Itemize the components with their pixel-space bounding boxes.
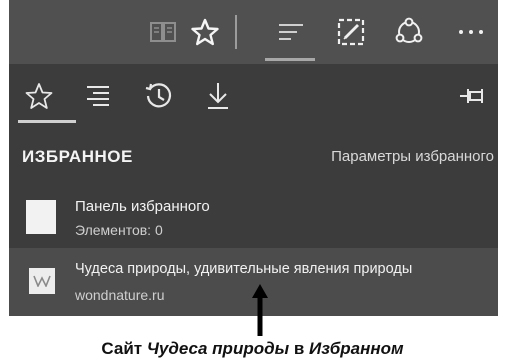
edge-browser-screenshot: ИЗБРАННОЕ Параметры избранного Панель из… (9, 0, 498, 316)
favorites-tab-indicator (18, 120, 76, 123)
hub-panel: ИЗБРАННОЕ Параметры избранного Панель из… (9, 64, 498, 316)
hub-active-indicator (265, 58, 315, 61)
pointer-arrow (252, 284, 268, 336)
toolbar-separator (235, 15, 237, 49)
reading-view-icon[interactable] (143, 0, 183, 64)
favorites-star-icon[interactable] (185, 0, 225, 64)
reading-list-tab[interactable] (78, 74, 118, 118)
caption-text-2: в (289, 339, 310, 358)
caption-favorites: Избранном (309, 339, 404, 358)
favorites-heading: ИЗБРАННОЕ (22, 147, 133, 166)
downloads-tab[interactable] (198, 74, 238, 118)
favorite-title: Чудеса природы, удивительные явления при… (75, 261, 413, 277)
more-icon[interactable] (449, 0, 493, 64)
caption-text-1: Сайт (101, 339, 147, 358)
pin-icon[interactable] (452, 74, 492, 118)
browser-toolbar (9, 0, 498, 64)
favorites-tab[interactable] (19, 74, 59, 118)
folder-count: Элементов: 0 (75, 222, 163, 238)
star-icon (25, 83, 53, 109)
folder-icon (26, 200, 56, 234)
favorites-settings-link[interactable]: Параметры избранного (331, 148, 494, 165)
reading-list-icon (87, 86, 109, 106)
share-icon[interactable] (387, 0, 431, 64)
site-favicon-icon (29, 268, 55, 294)
favorites-bar-folder[interactable]: Панель избранного Элементов: 0 (9, 184, 498, 248)
folder-title: Панель избранного (75, 198, 210, 215)
caption-site-name: Чудеса природы (146, 339, 290, 358)
history-tab[interactable] (139, 74, 179, 118)
hub-icon[interactable] (269, 0, 313, 64)
web-note-icon[interactable] (329, 0, 373, 64)
figure-caption: Сайт Чудеса природы в Избранном (0, 339, 505, 359)
favorite-url: wondnature.ru (75, 287, 165, 303)
history-icon (145, 83, 172, 108)
download-icon (208, 83, 228, 109)
